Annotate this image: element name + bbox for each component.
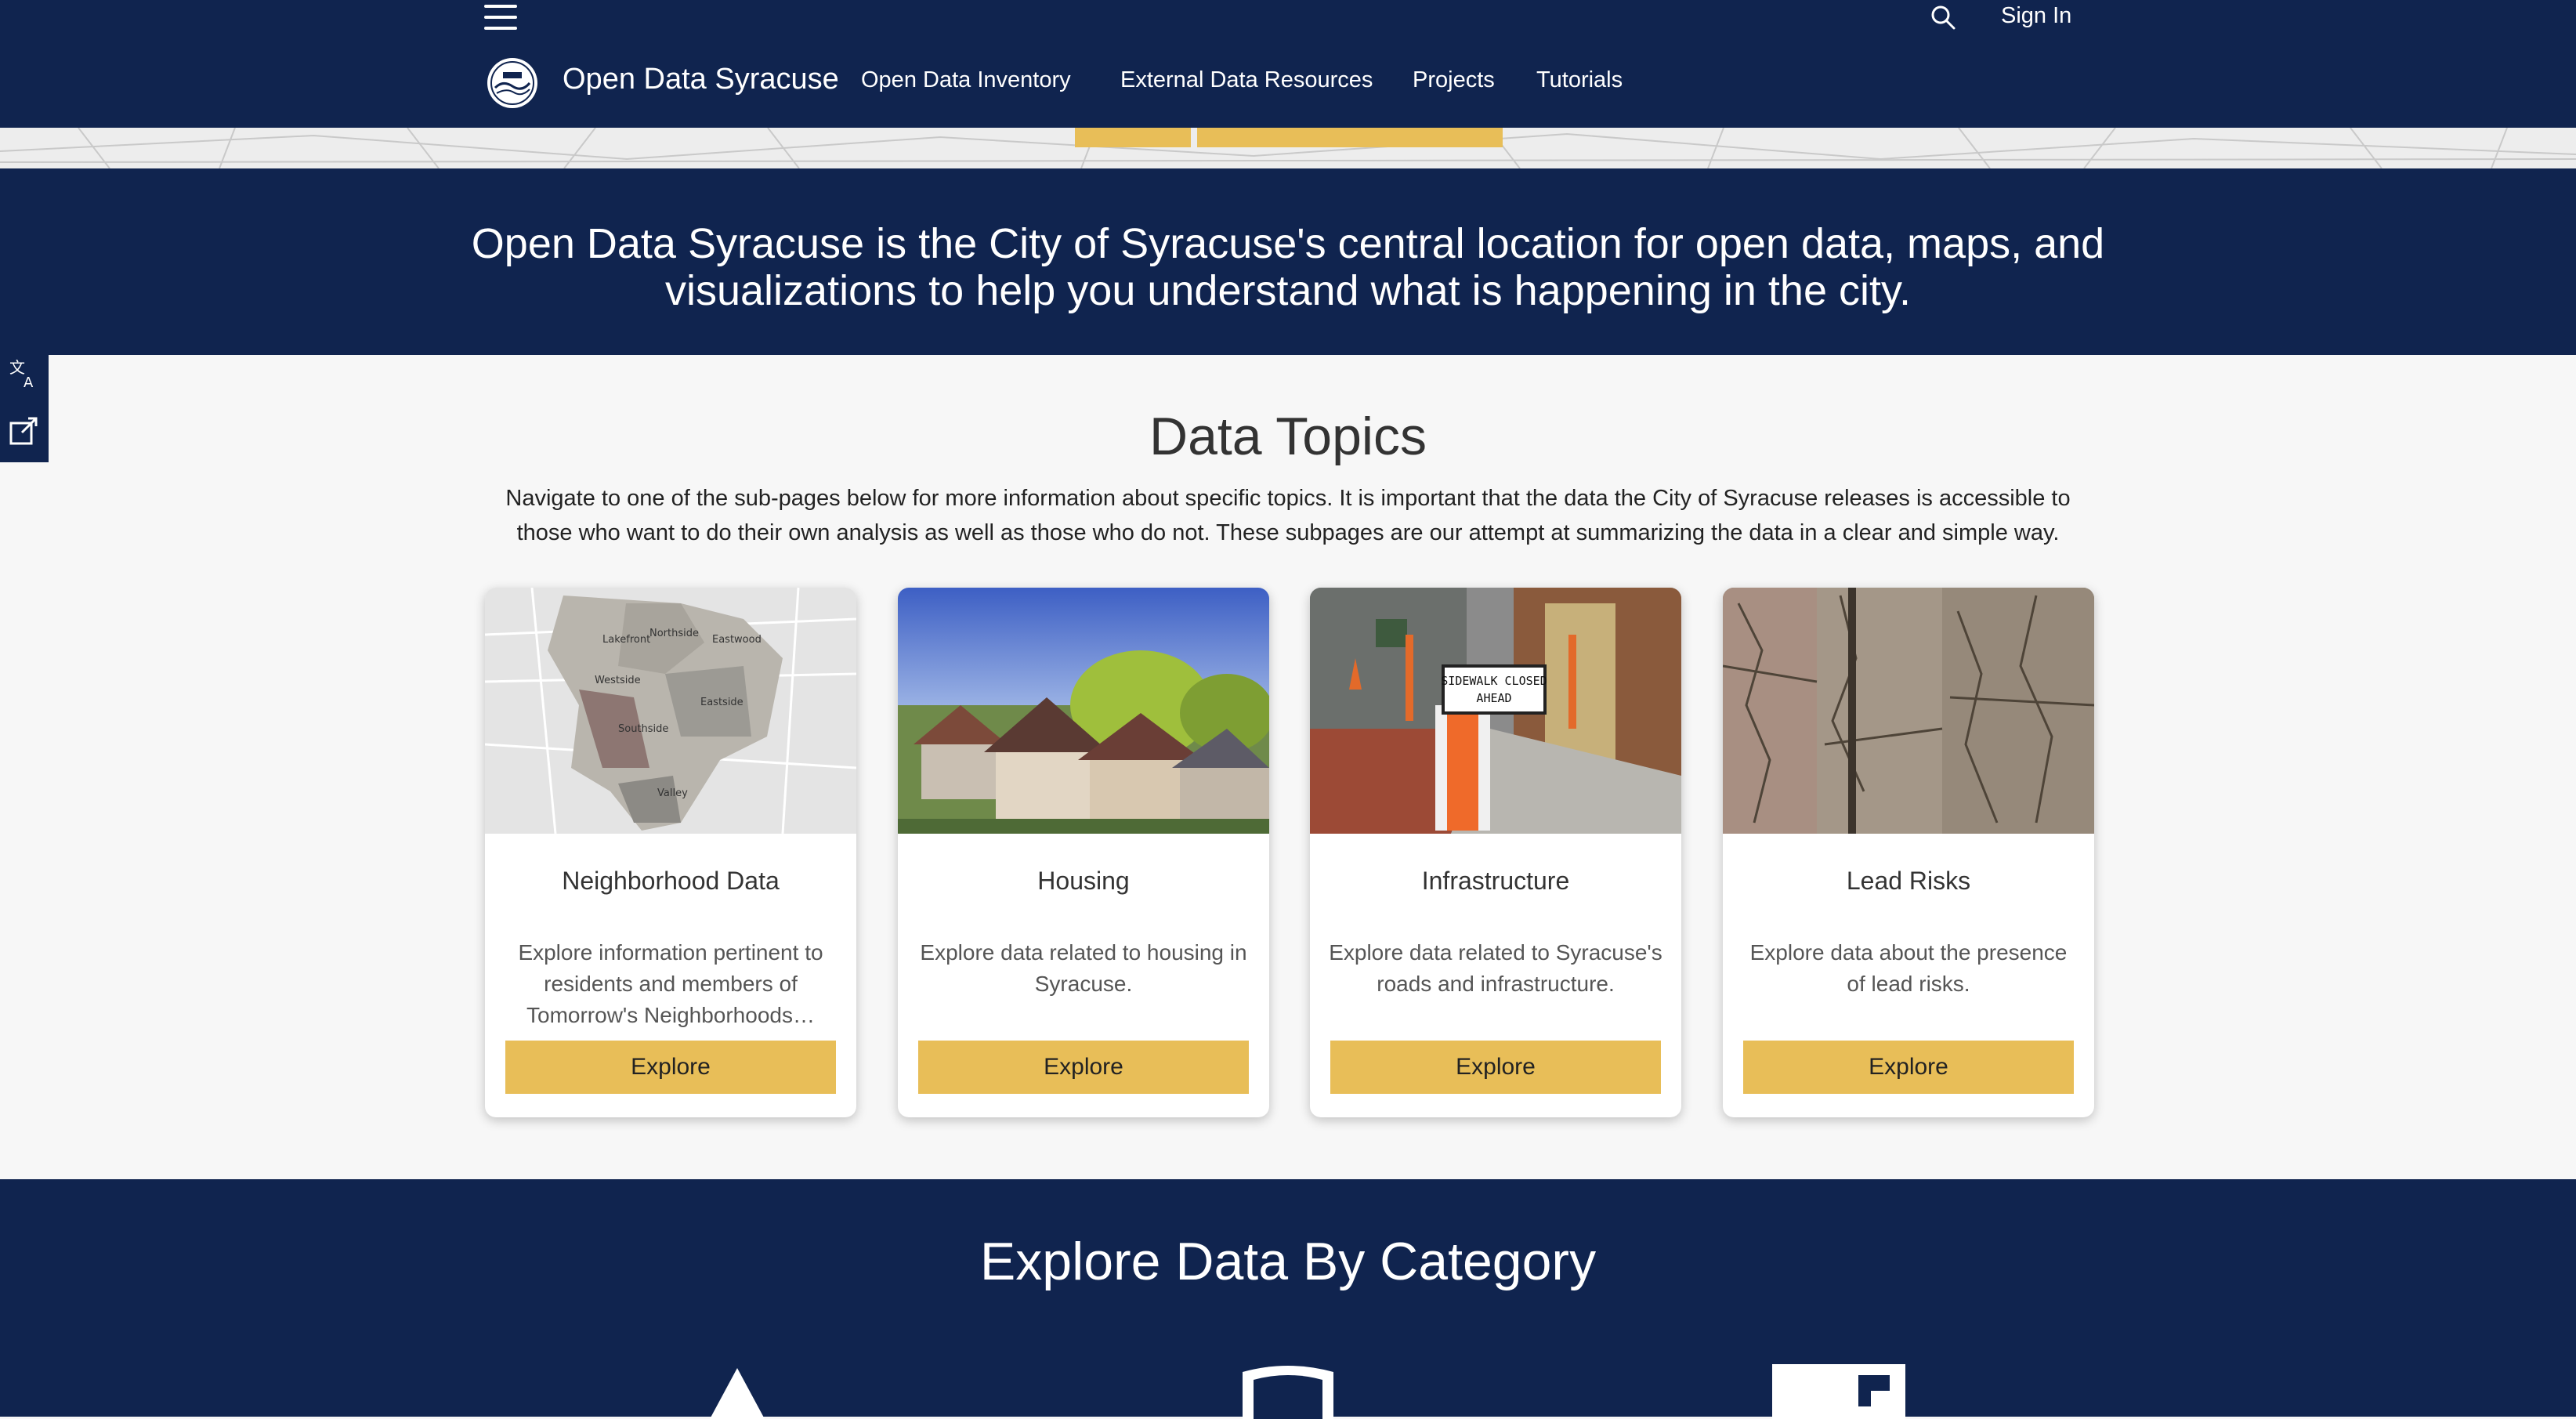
sign-text: SIDEWALK CLOSED bbox=[1441, 674, 1547, 688]
map-label: Southside bbox=[618, 723, 668, 735]
card-description: Explore data about the presence of lead … bbox=[1749, 940, 2068, 996]
card-description: Explore data related to housing in Syrac… bbox=[920, 940, 1247, 996]
infrastructure-photo-image: SIDEWALK CLOSED AHEAD bbox=[1310, 588, 1681, 834]
city-seal-logo[interactable] bbox=[486, 56, 539, 110]
topic-card-housing[interactable]: Housing Explore data related to housing … bbox=[898, 588, 1269, 1117]
intro-text: Open Data Syracuse is the City of Syracu… bbox=[471, 220, 2105, 314]
explore-button[interactable]: Explore bbox=[918, 1041, 1249, 1094]
translate-icon[interactable]: 文 A bbox=[5, 354, 44, 393]
explore-button[interactable]: Explore bbox=[1743, 1041, 2074, 1094]
explore-by-category-section: Explore Data By Category bbox=[0, 1179, 2576, 1419]
card-title: Lead Risks bbox=[1846, 867, 1971, 895]
topic-card-lead-risks[interactable]: Lead Risks Explore data about the presen… bbox=[1723, 588, 2094, 1117]
card-description: Explore data related to Syracuse's roads… bbox=[1329, 940, 1662, 996]
nav-external-data-resources[interactable]: External Data Resources bbox=[1120, 67, 1373, 93]
map-label: Westside bbox=[595, 675, 641, 686]
peeling-paint-image bbox=[1723, 588, 2094, 834]
sign-in-link[interactable]: Sign In bbox=[2001, 3, 2071, 29]
site-header: Sign In Open Data Syracuse Open Data Inv… bbox=[0, 0, 2576, 128]
map-label: Eastside bbox=[700, 697, 743, 708]
search-icon[interactable] bbox=[1929, 3, 1957, 31]
card-description: Explore information pertinent to residen… bbox=[518, 940, 823, 1027]
card-title: Neighborhood Data bbox=[562, 867, 780, 895]
map-label: Eastwood bbox=[712, 634, 762, 646]
building-icon[interactable] bbox=[1772, 1364, 1905, 1419]
topic-card-infrastructure[interactable]: SIDEWALK CLOSED AHEAD Infrastructure Exp… bbox=[1310, 588, 1681, 1117]
map-label: Northside bbox=[649, 628, 699, 639]
tree-icon[interactable] bbox=[702, 1364, 772, 1419]
topic-card-neighborhood[interactable]: Lakefront Northside Eastwood Westside Ea… bbox=[485, 588, 856, 1117]
svg-text:文: 文 bbox=[9, 358, 25, 377]
svg-text:A: A bbox=[24, 375, 34, 391]
hero-map-background bbox=[0, 128, 2576, 168]
map-label: Lakefront bbox=[602, 634, 650, 646]
hero-button[interactable] bbox=[1075, 128, 1191, 147]
housing-photo-image bbox=[898, 588, 1269, 834]
explore-button[interactable]: Explore bbox=[505, 1041, 836, 1094]
explore-button[interactable]: Explore bbox=[1330, 1041, 1661, 1094]
nav-open-data-inventory[interactable]: Open Data Inventory bbox=[861, 67, 1071, 93]
sign-text: AHEAD bbox=[1476, 691, 1511, 705]
data-topics-description: Navigate to one of the sub-pages below f… bbox=[505, 486, 2071, 545]
police-shield-icon[interactable] bbox=[1235, 1364, 1341, 1419]
neighborhood-map-image: Lakefront Northside Eastwood Westside Ea… bbox=[485, 588, 856, 834]
nav-tutorials[interactable]: Tutorials bbox=[1536, 67, 1623, 93]
section-title-data-topics: Data Topics bbox=[1149, 407, 1427, 466]
site-title-link[interactable]: Open Data Syracuse bbox=[563, 63, 839, 96]
intro-banner: Open Data Syracuse is the City of Syracu… bbox=[0, 168, 2576, 355]
nav-projects[interactable]: Projects bbox=[1413, 67, 1495, 93]
card-title: Housing bbox=[1037, 867, 1130, 895]
hero-button[interactable] bbox=[1197, 128, 1503, 147]
section-title-category: Explore Data By Category bbox=[979, 1232, 1597, 1291]
menu-icon[interactable] bbox=[484, 3, 517, 31]
card-title: Infrastructure bbox=[1421, 867, 1570, 895]
map-label: Valley bbox=[657, 787, 688, 799]
